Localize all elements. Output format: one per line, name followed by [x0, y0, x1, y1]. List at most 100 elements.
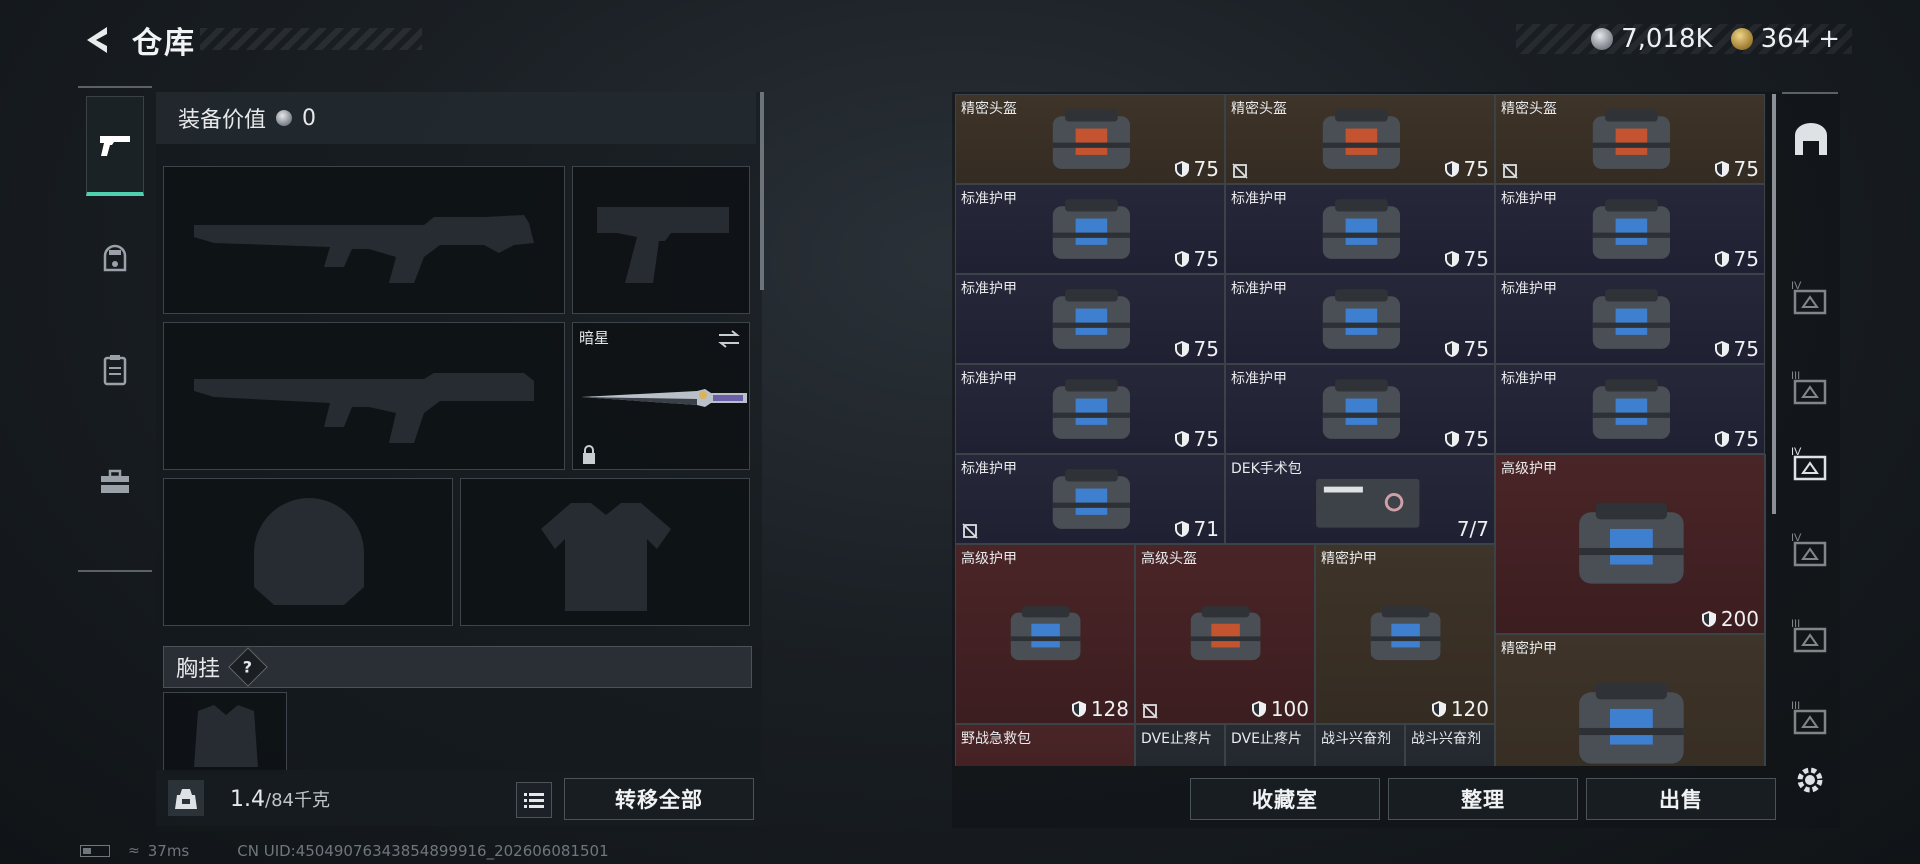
inventory-item[interactable]: 高级头盔 100 — [1135, 544, 1315, 724]
back-button[interactable] — [78, 20, 118, 60]
chest-rig-label: 胸挂 — [176, 657, 221, 682]
item-value: 75 — [1444, 337, 1489, 361]
item-value: 75 — [1444, 427, 1489, 451]
item-name: 标准护甲 — [1501, 281, 1557, 297]
container-tier-5[interactable]: III — [1788, 612, 1834, 658]
armor-value-icon — [1714, 341, 1729, 357]
silver-coin-icon — [276, 110, 293, 126]
item-name: 标准护甲 — [1231, 371, 1287, 387]
inventory-item[interactable]: 标准护甲 75 — [1495, 274, 1765, 364]
container-tier-6[interactable]: III — [1788, 694, 1834, 740]
ping-text: 37ms — [147, 842, 190, 860]
helmet-slot[interactable] — [163, 478, 453, 626]
armor-slot[interactable] — [460, 478, 750, 626]
container-tier-4[interactable]: IV — [1788, 526, 1834, 572]
equipment-value: 0 — [302, 105, 317, 131]
inventory-item[interactable]: 精密头盔 75 — [1495, 94, 1765, 184]
inventory-item[interactable]: 高级护甲 200 — [1495, 454, 1765, 634]
item-value: 75 — [1174, 427, 1219, 451]
armor-value-icon — [1174, 251, 1189, 267]
inventory-item[interactable]: 标准护甲 75 — [1495, 184, 1765, 274]
inventory-item[interactable]: 高级护甲 128 — [955, 544, 1135, 724]
knife-name: 暗星 — [579, 329, 610, 347]
melee-weapon-slot[interactable]: 暗星 — [572, 322, 750, 470]
inventory-item[interactable]: M2肌肉... — [1765, 544, 1766, 634]
equipment-category-rail — [78, 86, 152, 572]
item-name: 标准护甲 — [1231, 191, 1287, 207]
settings-gear-icon[interactable] — [1790, 760, 1830, 800]
inventory-item[interactable]: DVE止疼片5/5 — [1765, 634, 1766, 724]
collection-room-button[interactable]: 收藏室 — [1190, 778, 1380, 820]
rr-safe-icon[interactable] — [1788, 116, 1834, 162]
container-tier-3[interactable]: IV — [1788, 440, 1834, 486]
armor-item-icon — [1052, 289, 1130, 349]
item-value: 75 — [1444, 157, 1489, 181]
inventory-item[interactable]: 精密护甲 120 — [1315, 544, 1495, 724]
inventory-scrollbar[interactable] — [1772, 94, 1776, 514]
armor-item-icon — [1371, 606, 1441, 661]
inventory-item[interactable]: 标准护甲 71 — [955, 454, 1225, 544]
inventory-item[interactable]: 标准护甲 75 — [1495, 364, 1765, 454]
container-tier-2[interactable]: III — [1788, 364, 1834, 410]
inventory-item[interactable]: DEK手术包 7/7 — [1225, 454, 1495, 544]
container-icon: IV — [1791, 446, 1827, 481]
gold-plus[interactable]: + — [1818, 24, 1840, 54]
no-insurance-icon — [1502, 163, 1518, 179]
item-value: 7/7 — [1456, 517, 1489, 541]
rail-item-armor[interactable] — [86, 320, 144, 420]
armor-value-icon — [1444, 341, 1459, 357]
inventory-item[interactable]: 标准护甲 75 — [955, 184, 1225, 274]
armor-item-icon — [1592, 289, 1670, 349]
armor-value-icon — [1174, 521, 1189, 537]
sell-button[interactable]: 出售 — [1586, 778, 1776, 820]
inventory-item[interactable]: 标准护甲 75 — [1225, 364, 1495, 454]
inventory-item[interactable]: 标准护甲 75 — [955, 274, 1225, 364]
container-icon: III — [1791, 370, 1827, 405]
gold-currency[interactable]: 364 + — [1730, 24, 1840, 54]
silver-coin-icon — [1591, 28, 1614, 50]
secondary-weapon-slot[interactable] — [572, 166, 750, 314]
rail-item-weapons[interactable] — [86, 96, 144, 196]
chest-rig-slot[interactable] — [163, 692, 287, 776]
inventory-item[interactable]: DVE止疼片 — [1225, 724, 1315, 766]
wifi-icon: ≈ — [128, 843, 140, 859]
secondary-rifle-slot[interactable] — [163, 322, 565, 470]
container-tier-1[interactable]: IV — [1788, 274, 1834, 320]
inventory-item[interactable]: 战斗兴奋剂 — [1765, 724, 1766, 766]
rail-item-toolbox[interactable] — [86, 432, 144, 532]
item-name: 标准护甲 — [961, 191, 1017, 207]
inventory-item[interactable]: 野战急救包 — [955, 724, 1135, 766]
inventory-item[interactable]: 标准护甲 75 — [1225, 184, 1495, 274]
inventory-item[interactable]: 战斗兴奋剂 — [1315, 724, 1405, 766]
knife-icon — [581, 389, 747, 407]
rail-item-helmet[interactable] — [86, 208, 144, 308]
primary-weapon-slot[interactable] — [163, 166, 565, 314]
help-icon[interactable]: ? — [228, 647, 268, 687]
rifle-silhouette-icon — [194, 373, 534, 443]
inventory-item[interactable]: M2肌肉... — [1765, 454, 1766, 544]
container-icon: IV — [1791, 280, 1827, 315]
silver-amount: 7,018K — [1621, 24, 1713, 54]
item-value: 75 — [1174, 337, 1219, 361]
list-view-button[interactable] — [516, 782, 552, 818]
equipment-scrollbar[interactable] — [760, 92, 764, 290]
item-name: 精密护甲 — [1501, 641, 1557, 657]
page-title: 仓库 — [132, 26, 196, 61]
inventory-item[interactable]: 精密头盔 75 — [1225, 94, 1495, 184]
transfer-all-button[interactable]: 转移全部 — [564, 778, 754, 820]
inventory-item[interactable]: 标准护甲 75 — [955, 364, 1225, 454]
swap-icon[interactable] — [717, 329, 741, 349]
inventory-item[interactable]: 战斗兴奋剂 — [1405, 724, 1495, 766]
inventory-grid: 精密头盔 75 精密头盔 75 精密头盔 75 标准护甲 75 标准护甲 75 标准护甲 75 标准护甲… — [955, 94, 1766, 766]
inventory-item[interactable]: 精密头盔 75 — [955, 94, 1225, 184]
inventory-item[interactable]: 精密护甲 — [1495, 634, 1765, 766]
sort-button[interactable]: 整理 — [1388, 778, 1578, 820]
item-value: 100 — [1251, 697, 1309, 721]
inventory-item[interactable]: DVE止疼片 — [1135, 724, 1225, 766]
inventory-item[interactable]: 标准护甲 75 — [1225, 274, 1495, 364]
armor-item-icon — [1578, 682, 1684, 764]
item-name: 战斗兴奋剂 — [1411, 731, 1481, 747]
item-name: 精密护甲 — [1321, 551, 1377, 567]
status-bar: ≈ 37ms CN UID:45049076343854899916_20260… — [80, 842, 609, 860]
item-value: 200 — [1701, 607, 1759, 631]
